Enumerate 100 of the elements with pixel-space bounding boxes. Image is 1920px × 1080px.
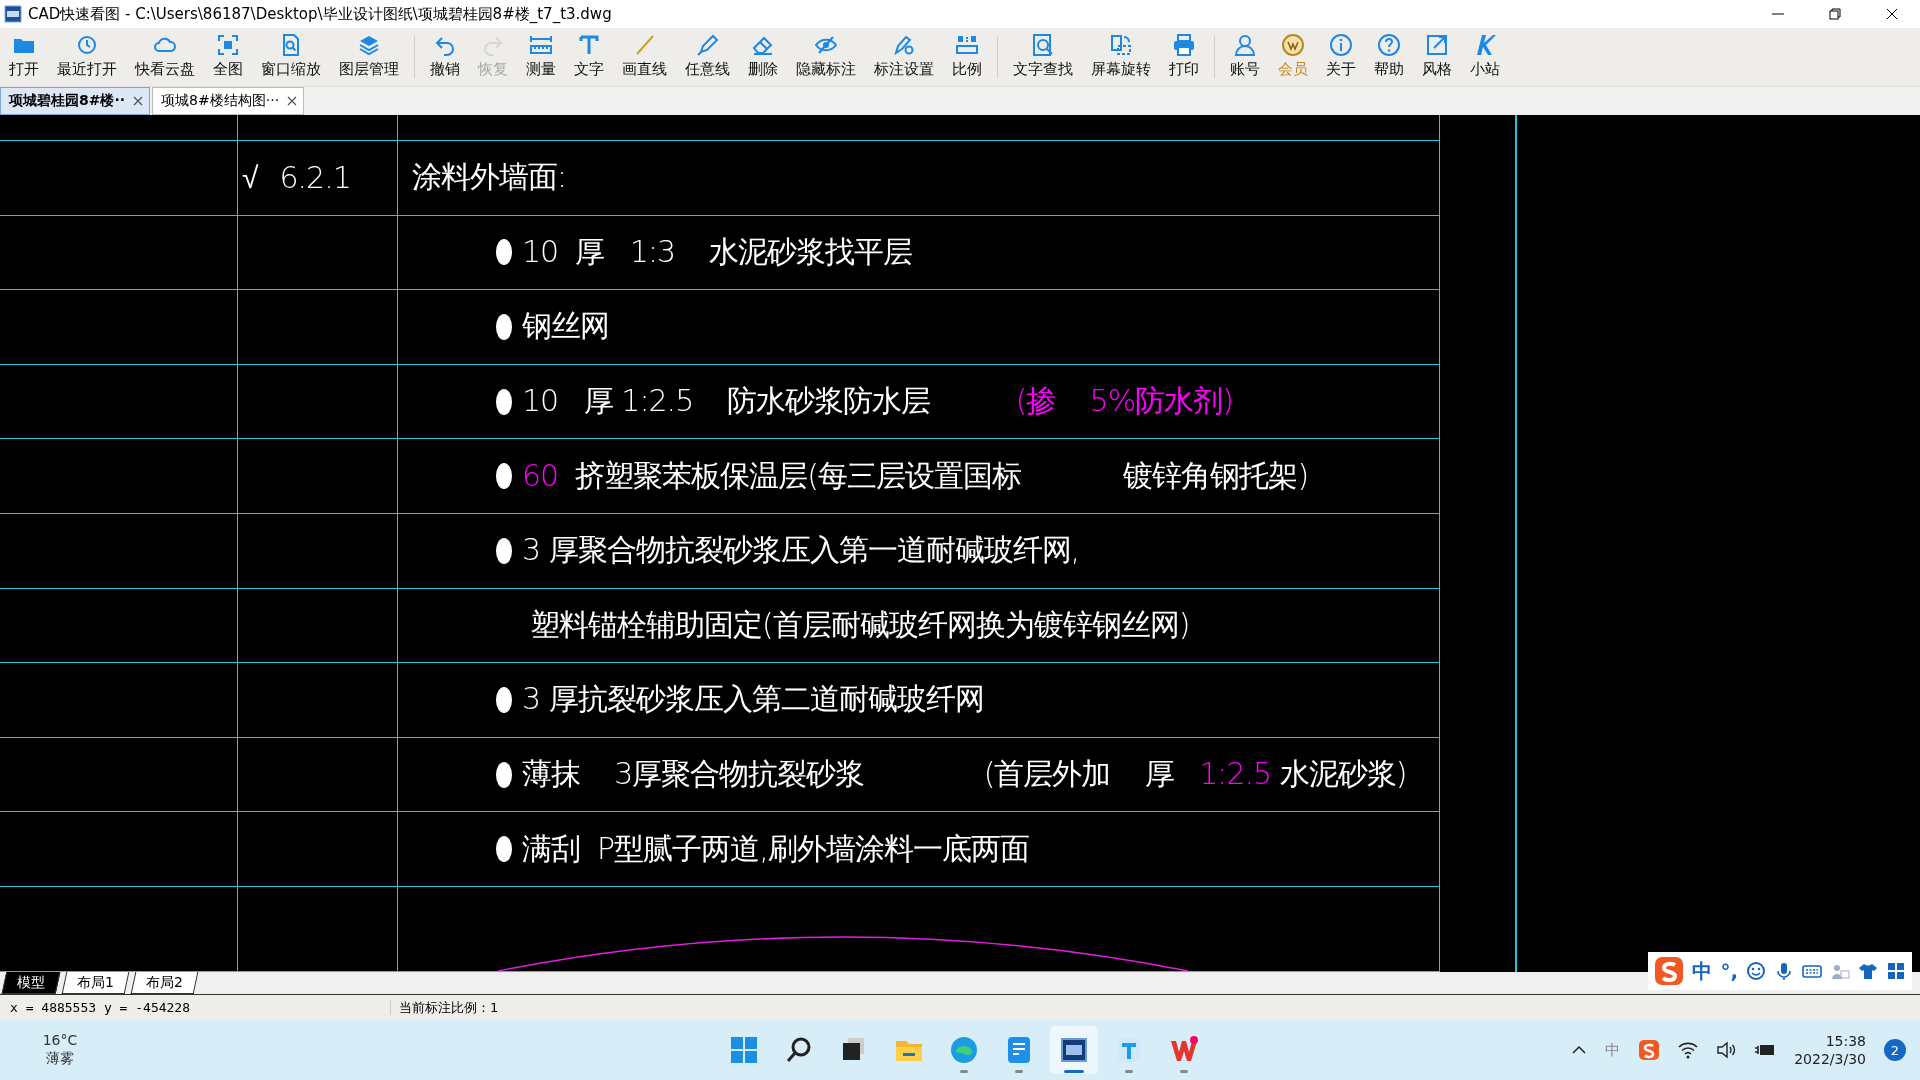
toolbar-button[interactable]: 快看云盘 (126, 28, 204, 86)
rotate-screen-icon (1109, 33, 1133, 57)
toolbar-button[interactable]: 全图 (204, 28, 252, 86)
sogou-logo-icon (1654, 956, 1685, 986)
toolbar-button[interactable]: 比例 (943, 28, 991, 86)
ratio-icon (955, 33, 979, 57)
toolbar-button[interactable]: 画直线 (613, 28, 676, 86)
clock-time: 15:38 (1825, 1033, 1866, 1049)
section-title: 涂料外墙面: (412, 159, 567, 195)
running-indicator (960, 1070, 968, 1073)
wifi-icon[interactable] (1678, 1041, 1699, 1059)
browser-icon (948, 1034, 980, 1066)
layout-tab[interactable]: 布局1 (61, 972, 130, 994)
spec-text: 3 厚聚合物抗裂砂浆压入第一道耐碱玻纤网, (522, 532, 1080, 568)
toolbar-button[interactable]: 图层管理 (330, 28, 408, 86)
toolbar-button[interactable]: 打开 (0, 28, 48, 86)
spec-text: 10 厚 1:2.5 防水砂浆防水层 (522, 383, 932, 419)
microphone-icon[interactable] (1774, 961, 1794, 981)
help-icon (1377, 33, 1401, 57)
ruler-icon (529, 33, 553, 57)
taskbar-button[interactable] (1050, 1026, 1098, 1074)
spec-text: 60 (522, 457, 559, 493)
spec-text: 钢丝网 (522, 308, 609, 344)
running-indicator (1125, 1070, 1133, 1073)
app-logo-icon (4, 5, 22, 23)
punctuation-toggle[interactable]: °, (1720, 959, 1738, 983)
bullet-dot (496, 836, 512, 863)
bullet-dot (496, 761, 512, 788)
cursor-coordinates: x = 4885553 y = -454228 (0, 1000, 391, 1015)
bullet-dot (496, 463, 512, 490)
temperature-label: 16°C (42, 1032, 78, 1048)
check-mark: √ (242, 160, 258, 196)
notification-badge[interactable]: 2 (1884, 1039, 1906, 1061)
volume-icon[interactable] (1716, 1041, 1737, 1059)
user-icon (1233, 33, 1257, 57)
shirt-icon[interactable] (1858, 961, 1878, 981)
bullet-dot (496, 239, 512, 266)
page-search-icon (1031, 33, 1055, 57)
toolbar-button[interactable]: 标注设置 (865, 28, 943, 86)
info-icon (1329, 33, 1353, 57)
emoji-icon[interactable] (1746, 961, 1766, 981)
pen-gear-icon (892, 33, 916, 57)
toolbar-button[interactable]: 删除 (739, 28, 787, 86)
restore-icon[interactable] (1826, 6, 1843, 22)
section-number: 6.2.1 (279, 160, 351, 196)
spec-text: 薄抹 3厚聚合物抗裂砂浆 (首层外加 厚 (522, 756, 1175, 792)
toolbar-button[interactable]: 打印 (1160, 28, 1208, 86)
running-indicator (1180, 1070, 1188, 1073)
toolbar-button[interactable]: 账号 (1221, 28, 1269, 86)
toolbar-button[interactable]: 屏幕旋转 (1082, 28, 1160, 86)
layout-tab[interactable]: 模型 (1, 972, 61, 994)
toolbar-button[interactable]: 风格 (1413, 28, 1461, 86)
weather-label: 薄雾 (46, 1050, 74, 1068)
coin-icon (1281, 33, 1305, 57)
spec-text: 水泥砂浆) (1278, 756, 1407, 792)
toolbar-button[interactable]: 文字 (565, 28, 613, 86)
bullet-dot (496, 388, 512, 415)
toolbar-button[interactable]: 小站 (1461, 28, 1509, 86)
toolbar-button[interactable]: 关于 (1317, 28, 1365, 86)
layout-tab[interactable]: 布局2 (130, 972, 199, 994)
toolbar-button[interactable]: 撤销 (421, 28, 469, 86)
running-indicator (1015, 1070, 1023, 1073)
toolbar-button[interactable]: 窗口缩放 (252, 28, 330, 86)
running-indicator (1064, 1070, 1084, 1073)
annotation-scale: 当前标注比例：1 (398, 998, 499, 1017)
toolbar-button[interactable]: 任意线 (676, 28, 739, 86)
tab-label: 项城碧桂园8#楼·· (9, 92, 126, 110)
toolbar-button[interactable]: 最近打开 (48, 28, 126, 86)
window-title: CAD快速看图 - C:\Users\86187\Desktop\毕业设计图纸\项城碧桂园8#楼_t7_t3.dwg (28, 4, 613, 24)
text-icon (577, 33, 601, 57)
document-tab[interactable]: 项城碧桂园8#楼·· (0, 87, 151, 115)
layers-icon (357, 33, 381, 57)
close-icon[interactable] (287, 96, 298, 106)
toolbar-button[interactable]: 测量 (517, 28, 565, 86)
input-mode-toggle[interactable]: 中 (1692, 957, 1713, 985)
sogou-tray-icon[interactable] (1638, 1039, 1661, 1061)
document-tab[interactable]: 项城8#楼结构图··· (152, 87, 305, 115)
bullet-dot (496, 686, 512, 713)
expand-icon (1425, 33, 1449, 57)
toolbar-button[interactable]: 文字查找 (1004, 28, 1082, 86)
clock-date: 2022/3/30 (1794, 1051, 1866, 1067)
bullet-dot (496, 314, 512, 340)
spec-text: 3 厚抗裂砂浆压入第二道耐碱玻纤网 (522, 681, 984, 717)
spec-text: 1:2.5 (1199, 756, 1272, 792)
spec-text: 挤塑聚苯板保温层(每三层设置国标 镀锌角钢托架) (574, 457, 1309, 493)
bullet-dot (496, 537, 512, 564)
tab-label: 项城8#楼结构图··· (161, 92, 280, 110)
printer-icon (1172, 33, 1196, 57)
clock-icon (75, 33, 99, 57)
frame-icon (216, 33, 240, 57)
toolbar-button[interactable]: 隐藏标注 (787, 28, 865, 86)
toolbar-button[interactable]: 帮助 (1365, 28, 1413, 86)
clock[interactable]: 15:38 2022/3/30 (1794, 1033, 1866, 1067)
spec-text: (掺 5%防水剂) (1015, 383, 1233, 419)
spec-text: 满刮 P型腻子两道,刷外墙涂料一底两面 (522, 830, 1029, 866)
spec-text: 塑料锚栓辅助固定(首层耐碱玻纤网换为镀锌钢丝网) (530, 606, 1190, 642)
close-icon[interactable] (133, 96, 144, 106)
grid-icon[interactable] (1886, 961, 1906, 981)
spec-text: 10 厚 1:3 水泥砂浆找平层 (522, 233, 913, 269)
start-icon (728, 1034, 760, 1066)
